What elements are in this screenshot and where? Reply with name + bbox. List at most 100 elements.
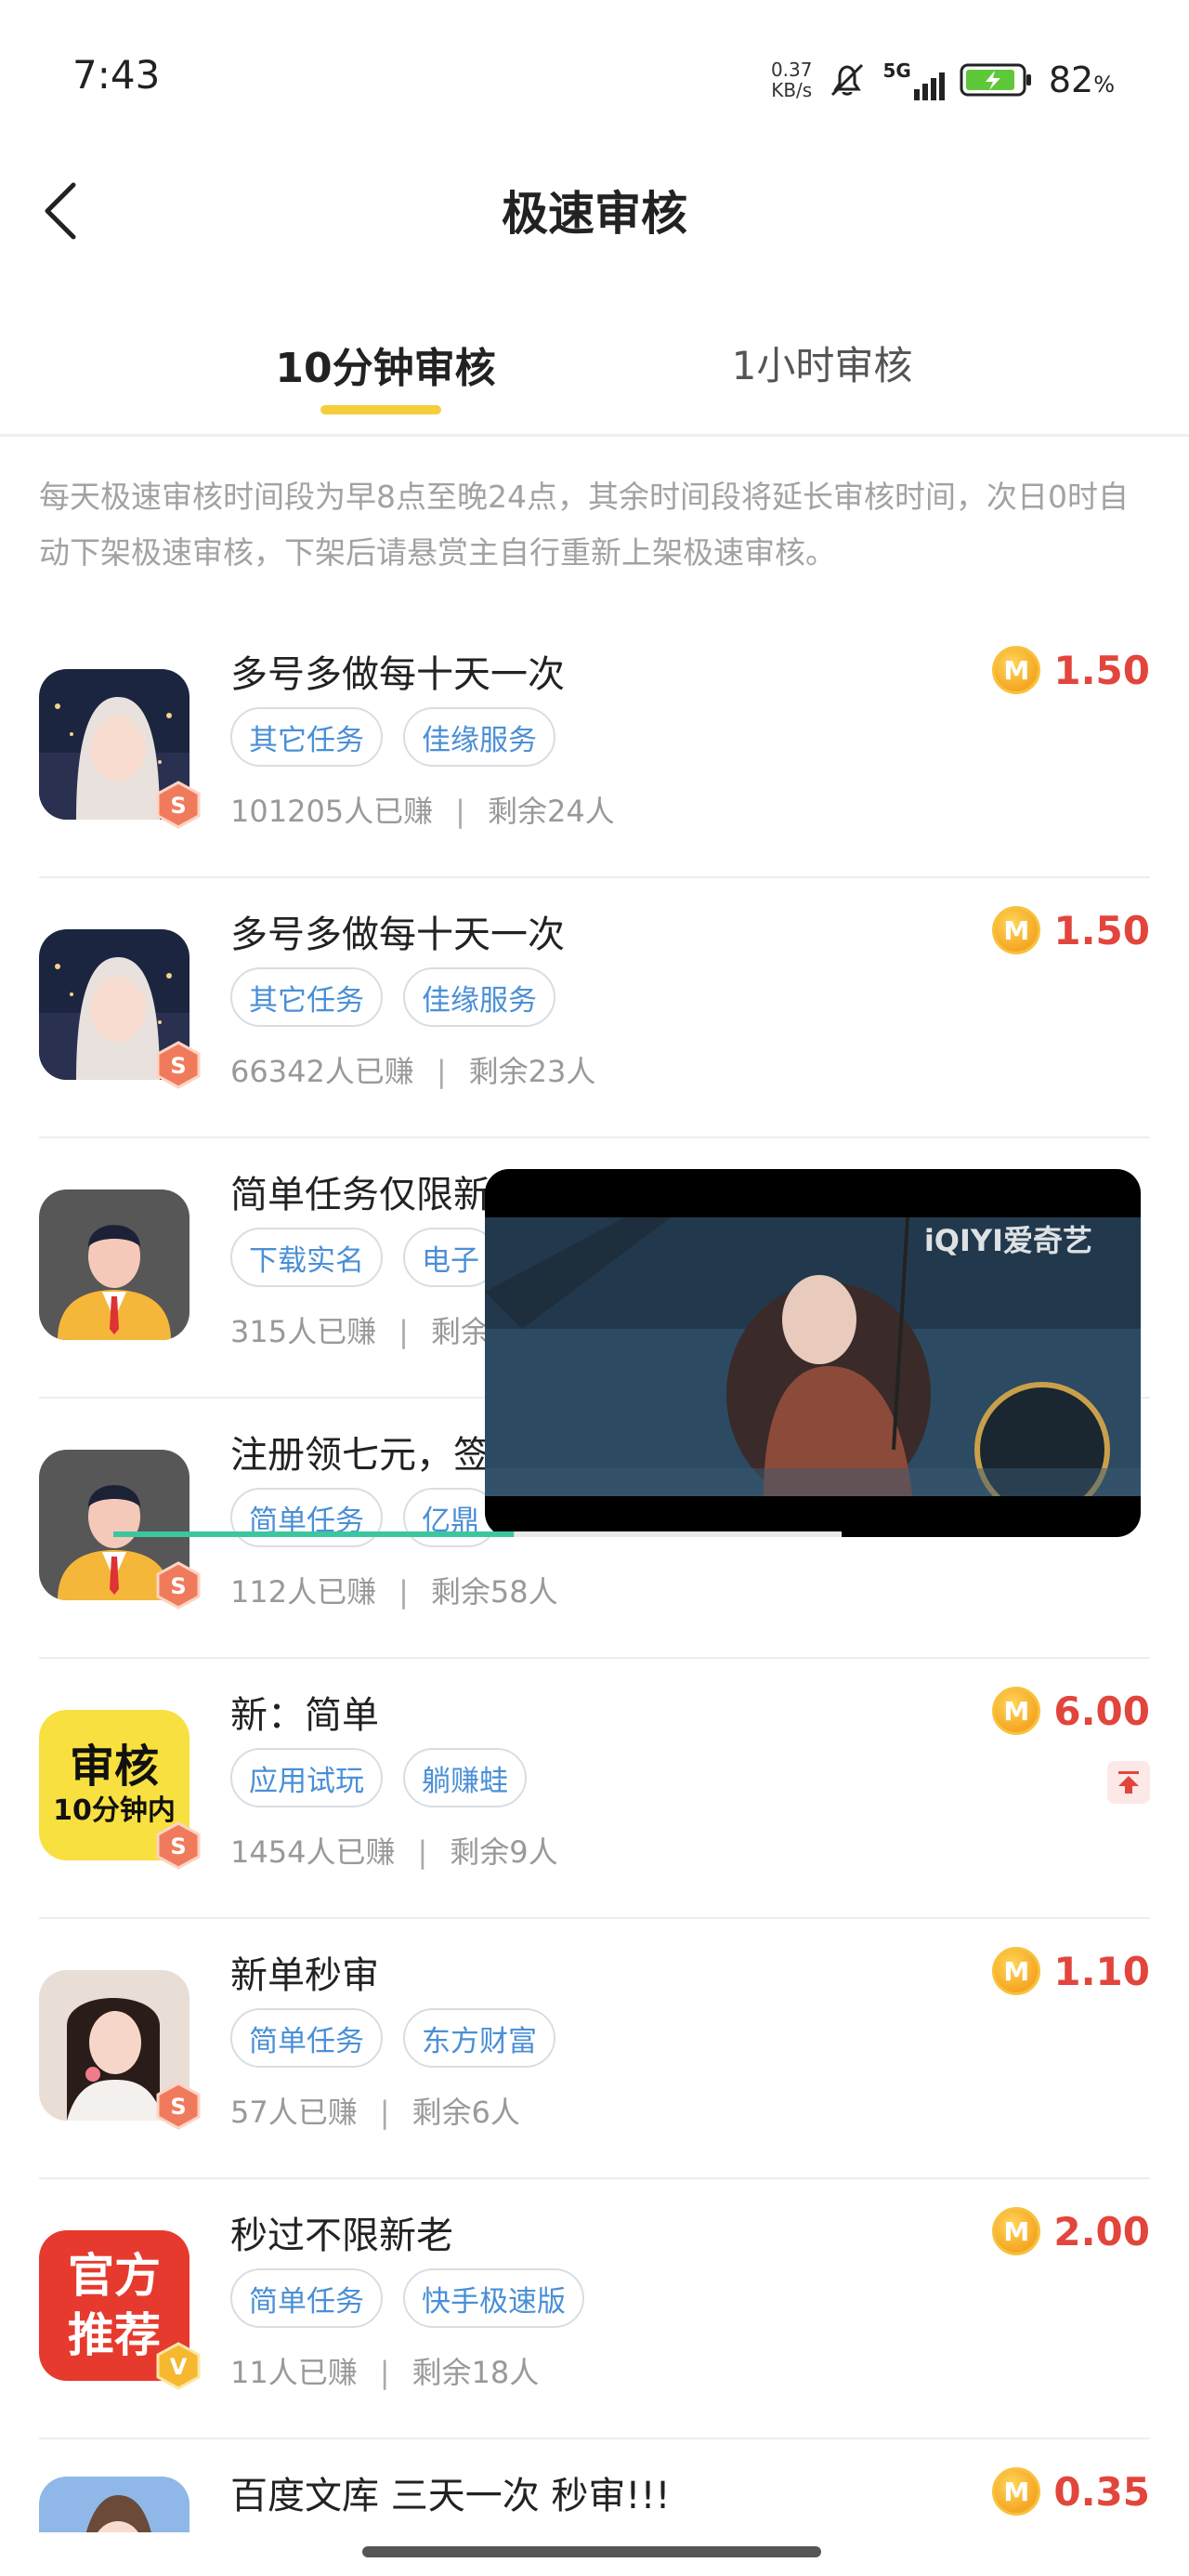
level-badge-icon: S [156,1821,201,1870]
signal-bar [930,78,936,100]
pin-top-icon[interactable] [1107,1761,1150,1804]
task-reward: M 0.35 [992,2467,1150,2516]
status-time: 7:43 [72,52,161,98]
video-progress-bar [113,1531,842,1537]
svg-text:S: S [170,2094,186,2120]
task-item[interactable]: 百度文库 三天一次 秒审!!! M 0.35 [0,2439,1189,2532]
signal-indicator: 5G [882,59,945,100]
task-item[interactable]: S 多号多做每十天一次 其它任务 佳缘服务 101205人已赚 | 剩余24人 M … [0,618,1189,878]
task-tag: 应用试玩 [230,1748,383,1807]
svg-text:S: S [170,1053,186,1079]
task-tag: 亿鼎 [403,1488,498,1547]
coin-icon: M [992,2467,1041,2516]
mute-bell-icon [831,63,864,97]
task-stats: 11人已赚 | 剩余18人 [230,2355,540,2390]
task-title: 新单秒审 [230,1954,379,1997]
nav-header: 极速审核 [0,158,1189,260]
task-title: 秒过不限新老 [230,2215,453,2257]
task-tags: 应用试玩 躺赚蛙 [230,1748,527,1807]
iqiyi-logo: iQIYI爱奇艺 [923,1223,1092,1258]
task-tag: 东方财富 [403,2008,555,2068]
task-tag: 快手极速版 [403,2268,584,2328]
task-tag: 电子 [403,1228,498,1287]
avatar-text: 推荐 [68,2308,161,2362]
signal-bar [938,72,945,100]
task-title: 多号多做每十天一次 [230,653,565,696]
tab-10min-review[interactable]: 10分钟审核 [269,335,502,394]
coin-icon: M [992,906,1041,954]
svg-text:V: V [170,2354,188,2380]
task-price: 0.35 [1053,2468,1150,2515]
task-item[interactable]: S 多号多做每十天一次 其它任务 佳缘服务 66342人已赚 | 剩余23人 M 1… [0,878,1189,1138]
task-tag: 佳缘服务 [403,967,555,1027]
task-price: 6.00 [1053,1688,1150,1734]
svg-text:S: S [170,1573,186,1599]
task-stats: 315人已赚 | 剩余 [230,1314,490,1349]
tab-bar: 10分钟审核 1小时审核 [0,316,1189,437]
level-badge-icon: S [156,1561,201,1610]
task-reward: M 1.50 [992,906,1150,954]
task-tag: 简单任务 [230,2008,383,2068]
task-item[interactable]: S 新单秒审 简单任务 东方财富 57人已赚 | 剩余6人 M 1.10 [0,1919,1189,2179]
task-reward: M 1.10 [992,1947,1150,1995]
home-indicator[interactable] [362,2546,821,2557]
task-tags: 简单任务 东方财富 [230,2008,555,2068]
task-tag: 其它任务 [230,707,383,767]
coin-icon: M [992,1687,1041,1735]
level-badge-icon: S [156,2082,201,2130]
network-type: 5G [882,59,911,82]
task-item[interactable]: 官方 推荐 V 秒过不限新老 简单任务 快手极速版 11人已赚 | 剩余18人 M … [0,2179,1189,2439]
task-tags: 其它任务 佳缘服务 [230,967,555,1027]
status-icons: 0.37 KB/s 5G 82% [771,52,1115,108]
task-reward: M 6.00 [992,1687,1150,1735]
notice-text: 每天极速审核时间段为早8点至晚24点，其余时间段将延长审核时间，次日0时自动下架… [39,479,1129,571]
svg-text:S: S [170,793,186,819]
task-tags: 简单任务 快手极速版 [230,2268,584,2328]
avatar-text: 官方 [68,2249,161,2303]
task-item[interactable]: 审核 10分钟内 S 新：简单 应用试玩 躺赚蛙 1454人已赚 | 剩余9人 M … [0,1659,1189,1919]
task-reward: M 1.50 [992,646,1150,694]
task-price: 2.00 [1053,2208,1150,2254]
tab-1hour-review[interactable]: 1小时审核 [706,335,938,391]
task-title: 百度文库 三天一次 秒审!!! [230,2475,671,2517]
task-title: 简单任务仅限新 [230,1174,490,1216]
tab-active-indicator [320,405,441,414]
coin-icon: M [992,646,1041,694]
coin-icon: M [992,2207,1041,2255]
floating-video-player[interactable]: iQIYI爱奇艺 [485,1169,1141,1537]
task-tag: 其它任务 [230,967,383,1027]
task-stats: 101205人已赚 | 剩余24人 [230,794,615,829]
signal-bar [921,84,928,100]
avatar [39,1189,189,1340]
task-tag: 简单任务 [230,1488,383,1547]
battery-charging-icon [960,63,1031,97]
task-title: 注册领七元，签 [230,1434,490,1477]
vip-badge-icon: V [156,2342,201,2390]
page-title: 极速审核 [502,187,687,241]
task-stats: 66342人已赚 | 剩余23人 [230,1054,596,1089]
svg-text:S: S [170,1833,186,1860]
task-tag: 简单任务 [230,2268,383,2328]
task-stats: 112人已赚 | 剩余58人 [230,1574,558,1610]
task-tag: 下载实名 [230,1228,383,1287]
task-tag: 佳缘服务 [403,707,555,767]
task-price: 1.50 [1053,647,1150,693]
avatar-text: 审核 [69,1741,159,1793]
task-reward: M 2.00 [992,2207,1150,2255]
task-title: 新：简单 [230,1694,379,1737]
task-tag: 躺赚蛙 [403,1748,527,1807]
signal-bar [913,89,920,100]
task-price: 1.10 [1053,1948,1150,1994]
task-stats: 57人已赚 | 剩余6人 [230,2095,520,2130]
task-stats: 1454人已赚 | 剩余9人 [230,1834,558,1870]
level-badge-icon: S [156,1041,201,1089]
task-tags: 下载实名 电子 [230,1228,498,1287]
avatar [39,2477,189,2532]
task-tags: 简单任务 亿鼎 [230,1488,498,1547]
coin-icon: M [992,1947,1041,1995]
task-title: 多号多做每十天一次 [230,913,565,956]
level-badge-icon: S [156,781,201,829]
status-bar: 7:43 0.37 KB/s 5G 82% [0,0,1189,158]
task-tags: 其它任务 佳缘服务 [230,707,555,767]
battery-percent: 82% [1048,59,1115,100]
